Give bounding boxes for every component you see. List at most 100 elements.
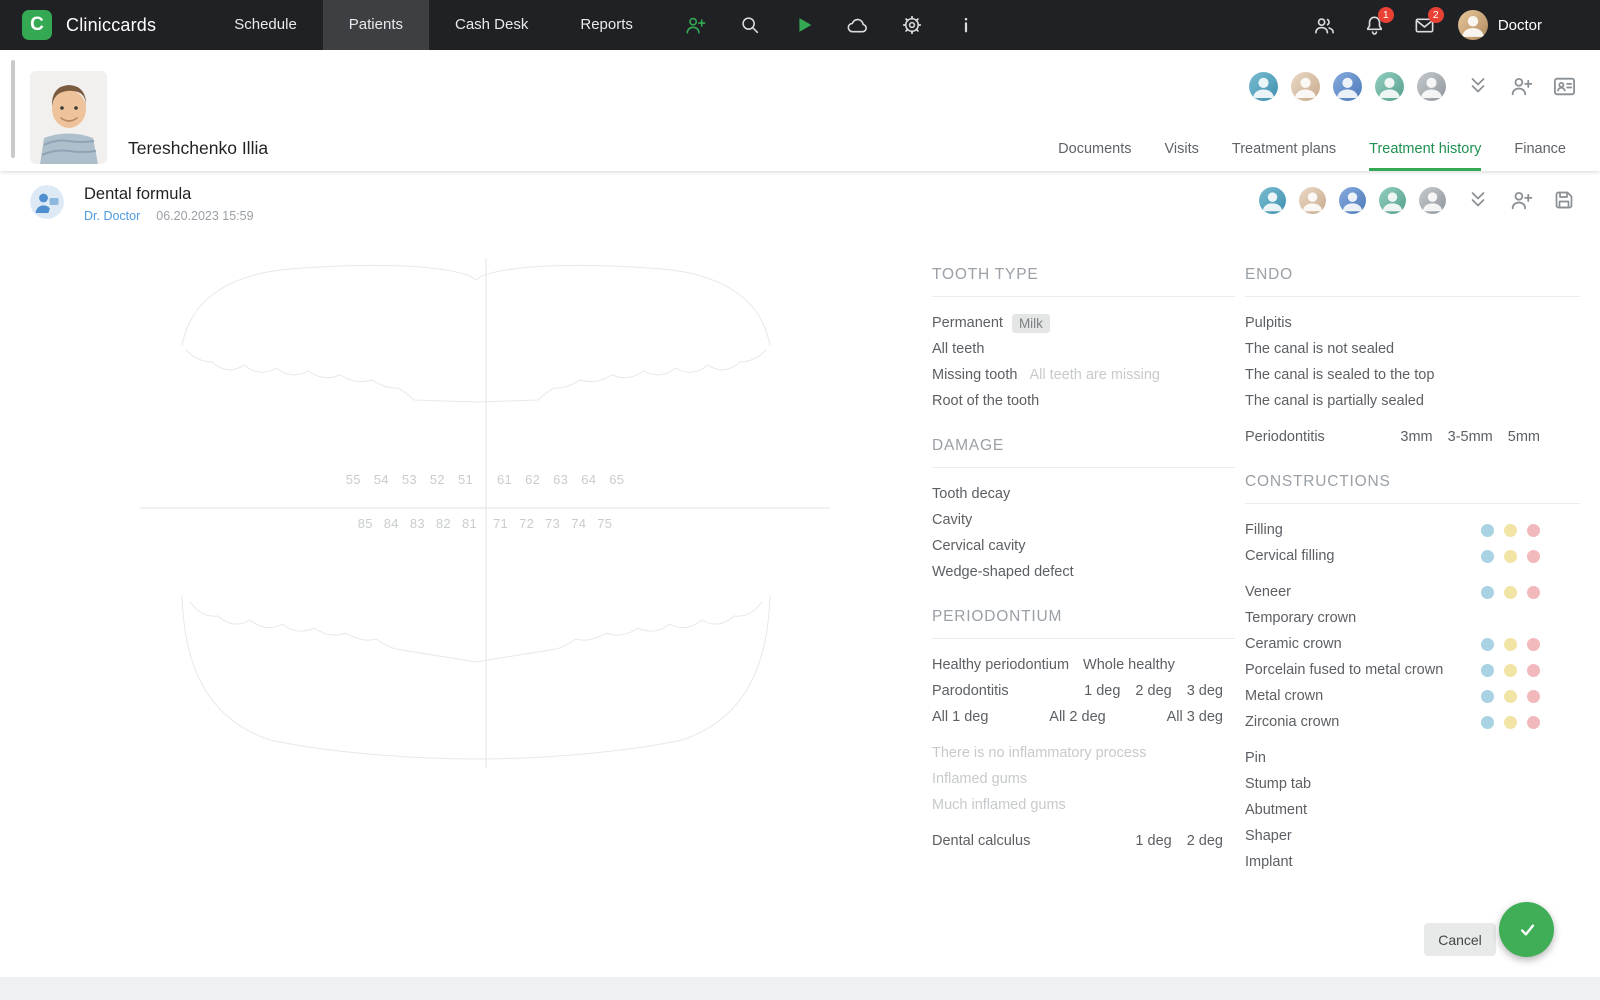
option-cavity[interactable]: Cavity xyxy=(932,512,972,528)
tooth-number-72[interactable]: 72 xyxy=(519,516,534,531)
option-all-teeth[interactable]: All teeth xyxy=(932,341,984,357)
cancel-button[interactable]: Cancel xyxy=(1424,923,1496,956)
option-the-canal-is-partially-sealed[interactable]: The canal is partially sealed xyxy=(1245,393,1424,409)
option-abutment[interactable]: Abutment xyxy=(1245,802,1307,818)
tab-documents[interactable]: Documents xyxy=(1058,128,1131,171)
option-temporary-crown[interactable]: Temporary crown xyxy=(1245,610,1356,626)
tooth-number-65[interactable]: 65 xyxy=(609,472,624,487)
tooth-number-83[interactable]: 83 xyxy=(410,516,425,531)
search-icon[interactable] xyxy=(723,0,777,50)
confirm-save-button[interactable] xyxy=(1499,902,1554,957)
option-cervical-cavity[interactable]: Cervical cavity xyxy=(932,538,1025,554)
tooth-number-53[interactable]: 53 xyxy=(402,472,417,487)
color-dot-blue[interactable] xyxy=(1481,585,1494,599)
option-tooth-decay[interactable]: Tooth decay xyxy=(932,486,1010,502)
option-periodontitis[interactable]: Periodontitis xyxy=(1245,429,1325,445)
color-dot-blue[interactable] xyxy=(1481,715,1494,729)
notifications-bell-icon[interactable]: 1 xyxy=(1350,0,1400,50)
expand-double-chevron-icon[interactable] xyxy=(1466,74,1492,100)
color-dot-yellow[interactable] xyxy=(1504,689,1517,703)
option-parodontitis[interactable]: Parodontitis xyxy=(932,683,1009,699)
option-3mm[interactable]: 3mm xyxy=(1400,429,1432,445)
color-dot-yellow[interactable] xyxy=(1504,549,1517,563)
doctor-avatar[interactable] xyxy=(1333,72,1362,101)
tooth-number-54[interactable]: 54 xyxy=(374,472,389,487)
color-dot-red[interactable] xyxy=(1527,549,1540,563)
mail-icon[interactable]: 2 xyxy=(1400,0,1450,50)
color-dot-yellow[interactable] xyxy=(1504,715,1517,729)
play-icon[interactable] xyxy=(777,0,831,50)
tooth-number-74[interactable]: 74 xyxy=(571,516,586,531)
doctor-avatar[interactable] xyxy=(1299,187,1326,214)
bottom-scroll-track[interactable] xyxy=(0,977,1600,1000)
option-porcelain-fused-to-metal-crown[interactable]: Porcelain fused to metal crown xyxy=(1245,662,1443,678)
option-chip-milk[interactable]: Milk xyxy=(1011,313,1050,333)
save-icon[interactable] xyxy=(1552,188,1578,214)
color-dot-blue[interactable] xyxy=(1481,637,1494,651)
color-dot-red[interactable] xyxy=(1527,715,1540,729)
option-the-canal-is-sealed-to-the-top[interactable]: The canal is sealed to the top xyxy=(1245,367,1434,383)
doctor-avatar[interactable] xyxy=(1259,187,1286,214)
option-veneer[interactable]: Veneer xyxy=(1245,584,1291,600)
color-dot-yellow[interactable] xyxy=(1504,585,1517,599)
doctor-avatar[interactable] xyxy=(1417,72,1446,101)
color-dot-red[interactable] xyxy=(1527,523,1540,537)
option-3-5mm[interactable]: 3-5mm xyxy=(1448,429,1493,445)
option-healthy-periodontium[interactable]: Healthy periodontium xyxy=(932,657,1069,673)
option-whole-healthy[interactable]: Whole healthy xyxy=(1083,657,1175,673)
option-cervical-filling[interactable]: Cervical filling xyxy=(1245,548,1334,564)
doctor-avatar[interactable] xyxy=(1375,72,1404,101)
nav-item-reports[interactable]: Reports xyxy=(554,0,659,50)
tooth-number-81[interactable]: 81 xyxy=(462,516,477,531)
option-1-deg[interactable]: 1 deg xyxy=(1135,833,1171,849)
option-implant[interactable]: Implant xyxy=(1245,854,1293,870)
option-all-1-deg[interactable]: All 1 deg xyxy=(932,709,988,725)
color-dot-blue[interactable] xyxy=(1481,523,1494,537)
nav-item-cash-desk[interactable]: Cash Desk xyxy=(429,0,554,50)
tooth-number-82[interactable]: 82 xyxy=(436,516,451,531)
tab-visits[interactable]: Visits xyxy=(1165,128,1199,171)
option-filling[interactable]: Filling xyxy=(1245,522,1283,538)
doctor-avatar[interactable] xyxy=(1339,187,1366,214)
tooth-number-52[interactable]: 52 xyxy=(430,472,445,487)
color-dot-red[interactable] xyxy=(1527,689,1540,703)
color-dot-blue[interactable] xyxy=(1481,689,1494,703)
tooth-number-64[interactable]: 64 xyxy=(581,472,596,487)
contacts-icon[interactable] xyxy=(1300,0,1350,50)
option-the-canal-is-not-sealed[interactable]: The canal is not sealed xyxy=(1245,341,1394,357)
doctor-avatar[interactable] xyxy=(1291,72,1320,101)
tooth-number-84[interactable]: 84 xyxy=(384,516,399,531)
expand-double-chevron-icon[interactable] xyxy=(1466,188,1492,214)
nav-item-patients[interactable]: Patients xyxy=(322,0,429,50)
dental-chart[interactable]: 55 54 53 52 51 61 62 63 64 65 85 84 83 82 81 71 72 73 74 7… xyxy=(140,250,830,770)
tooth-number-61[interactable]: 61 xyxy=(497,472,512,487)
assign-doctor-icon[interactable] xyxy=(1509,74,1535,100)
option-permanent[interactable]: Permanent xyxy=(932,315,1003,331)
tooth-number-85[interactable]: 85 xyxy=(358,516,373,531)
nav-item-schedule[interactable]: Schedule xyxy=(208,0,323,50)
option-stump-tab[interactable]: Stump tab xyxy=(1245,776,1311,792)
option-shaper[interactable]: Shaper xyxy=(1245,828,1292,844)
doctor-avatar[interactable] xyxy=(1249,72,1278,101)
add-patient-icon[interactable] xyxy=(669,0,723,50)
tooth-number-71[interactable]: 71 xyxy=(493,516,508,531)
assign-doctor-icon[interactable] xyxy=(1509,188,1535,214)
color-dot-blue[interactable] xyxy=(1481,549,1494,563)
info-icon[interactable] xyxy=(939,0,993,50)
dental-formula-record-icon[interactable] xyxy=(30,185,64,219)
user-name[interactable]: Doctor xyxy=(1498,17,1542,34)
option-all-2-deg[interactable]: All 2 deg xyxy=(1049,709,1105,725)
option-dental-calculus[interactable]: Dental calculus xyxy=(932,833,1030,849)
option-wedge-shaped-defect[interactable]: Wedge-shaped defect xyxy=(932,564,1074,580)
tooth-number-62[interactable]: 62 xyxy=(525,472,540,487)
option-pin[interactable]: Pin xyxy=(1245,750,1266,766)
tooth-number-75[interactable]: 75 xyxy=(597,516,612,531)
contact-card-icon[interactable] xyxy=(1552,74,1578,100)
tooth-number-55[interactable]: 55 xyxy=(346,472,361,487)
option-zirconia-crown[interactable]: Zirconia crown xyxy=(1245,714,1339,730)
option-2-deg[interactable]: 2 deg xyxy=(1187,833,1223,849)
color-dot-red[interactable] xyxy=(1527,663,1540,677)
record-doctor-link[interactable]: Dr. Doctor xyxy=(84,209,140,223)
tab-treatment-plans[interactable]: Treatment plans xyxy=(1232,128,1336,171)
tab-finance[interactable]: Finance xyxy=(1514,128,1566,171)
